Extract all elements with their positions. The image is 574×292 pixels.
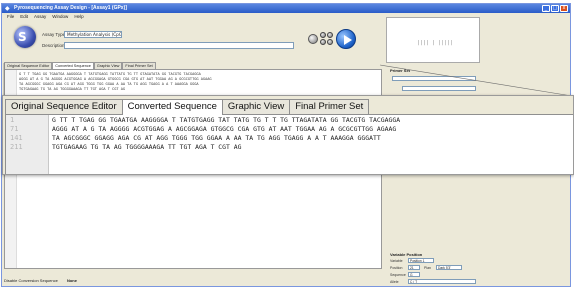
sequence-line: AGGG AT A G TA AGGGG ACGTGGAG A AGCGGAGA…: [52, 125, 397, 133]
description-label: Description: [42, 43, 65, 48]
sequence-line: TA AGCGGGC GGAGG AGA CG AT AGG TGGG TGG …: [52, 134, 381, 142]
grid-button[interactable]: [320, 32, 334, 46]
bg-tab-graphic[interactable]: Graphic View: [93, 62, 123, 69]
line-number: 1: [10, 116, 15, 124]
sequence-editor[interactable]: 1 71 141 211 G TT T TGAG GG TGAATGA AAGG…: [5, 114, 573, 174]
status-bar: Disable Conversion Sequence None: [4, 277, 382, 284]
bg-tab-converted[interactable]: Converted Sequence: [52, 62, 94, 69]
play-button[interactable]: [336, 29, 356, 49]
vp-extra-value[interactable]: Dark 5'3': [436, 265, 462, 270]
vp-label: Position: [390, 266, 403, 270]
tab-converted-sequence[interactable]: Converted Sequence: [121, 99, 223, 115]
vp-value[interactable]: G: [408, 272, 420, 277]
zoomed-sequence-panel: Original Sequence Editor Converted Seque…: [2, 95, 574, 175]
vp-value[interactable]: 21: [408, 265, 420, 270]
tab-graphic-view[interactable]: Graphic View: [221, 99, 291, 114]
vp-extra-label: Plan: [424, 266, 432, 270]
assay-type-label: Assay Type: [42, 32, 66, 37]
bg-tab-final-primer[interactable]: Final Primer Set: [122, 62, 156, 69]
bg-sequence-line: TA AGCGGGC GGAGG AGA CG AT AGG TGGG TGG …: [19, 82, 199, 86]
vp-value[interactable]: Position 1: [408, 258, 434, 263]
sequence-line: TGTGAGAAG TG TA AG TGGGGAAAGA TT TGT AGA…: [52, 143, 242, 151]
tab-bar: Original Sequence Editor Converted Seque…: [5, 99, 370, 115]
vp-label: Sequence: [390, 273, 406, 277]
primer-set-label: Primer Set: [390, 68, 411, 73]
vp-label: Allele: [390, 280, 399, 284]
run-controls: [308, 29, 356, 49]
primer-set-field[interactable]: [392, 76, 476, 81]
minimize-button[interactable]: _: [542, 5, 550, 12]
bg-sequence-line: AGGG AT A G TA AGGGG ACGTGGAG A AGCGGAGA…: [19, 77, 212, 81]
line-number: 211: [10, 143, 23, 151]
line-number: 71: [10, 125, 19, 133]
bg-tab-original[interactable]: Original Sequence Editor: [4, 62, 53, 69]
description-input[interactable]: [64, 42, 294, 49]
app-icon: ◆: [5, 5, 10, 12]
status-value: None: [66, 278, 77, 283]
status-label: Disable Conversion Sequence: [4, 278, 58, 283]
tab-final-primer-set[interactable]: Final Primer Set: [289, 99, 370, 114]
close-button[interactable]: x: [560, 5, 568, 12]
window-controls: _ □ x: [542, 5, 568, 12]
sequence-preview: |||| | |||||: [386, 17, 480, 63]
bg-sequence-line: G T T TGAG GG TGAATGA AAGGGGA T TATGTGAG…: [19, 72, 201, 76]
line-number: 141: [10, 134, 23, 142]
line-number-gutter: 1 71 141 211: [6, 115, 49, 174]
variable-position-label: Variable Position: [390, 252, 423, 257]
allele-select[interactable]: C / T: [408, 279, 476, 284]
window-title: Pyrosequencing Assay Design - [Assay1 (G…: [14, 5, 127, 11]
background-tab-bar: Original Sequence Editor Converted Seque…: [4, 62, 156, 69]
vp-label: Variable: [390, 259, 403, 263]
preview-trace: |||| | |||||: [417, 40, 454, 46]
title-bar: ◆ Pyrosequencing Assay Design - [Assay1 …: [2, 4, 570, 13]
logo-swirl-icon: S: [18, 30, 27, 44]
bg-sequence-line: TGTGAGAAG TG TA AG TGGGGAAAGA TT TGT AGA…: [19, 87, 126, 91]
maximize-button[interactable]: □: [551, 5, 559, 12]
stop-button[interactable]: [308, 34, 318, 44]
primer-field[interactable]: [402, 86, 476, 91]
sequence-line: G TT T TGAG GG TGAATGA AAGGGGA T TATGTGA…: [52, 116, 401, 124]
assay-type-select[interactable]: Methylation Analysis (CpG): [64, 31, 122, 38]
tab-original-sequence-editor[interactable]: Original Sequence Editor: [5, 99, 123, 114]
